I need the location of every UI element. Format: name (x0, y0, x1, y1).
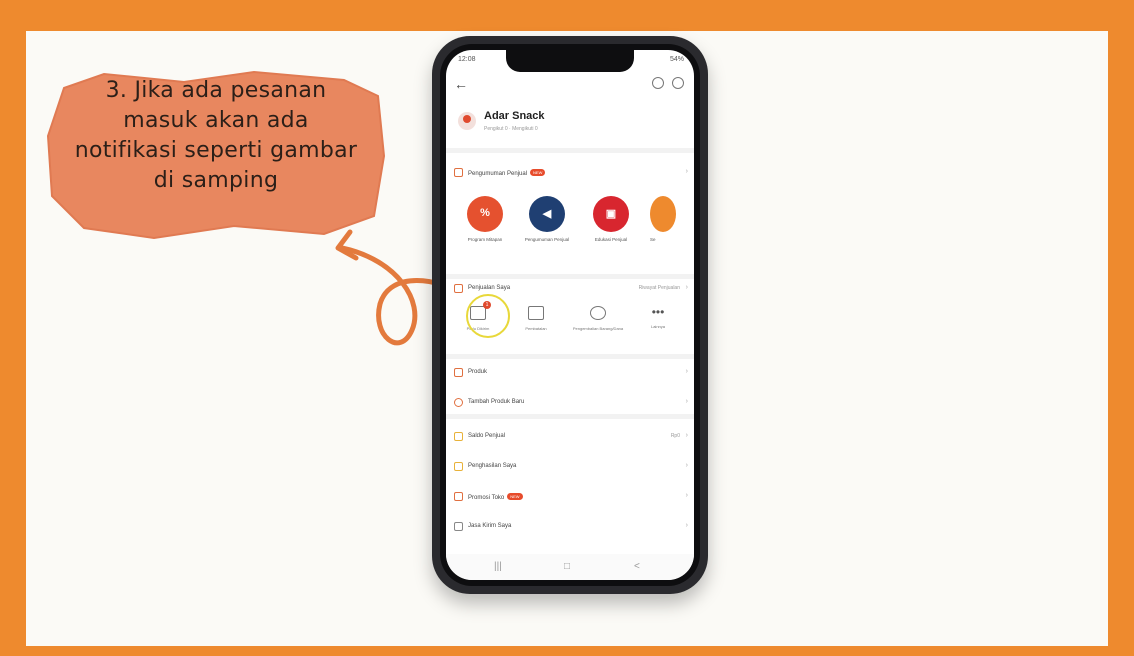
pengumuman-penjual-tile[interactable]: ◀ Pengumuman Penjual (522, 196, 572, 243)
partial-tile-icon (650, 196, 676, 232)
chevron-right-icon: › (685, 522, 688, 529)
chevron-right-icon: › (685, 432, 688, 439)
laptop-icon: ▣ (593, 196, 629, 232)
menu-penghasilan[interactable]: Penghasilan Saya › (454, 460, 688, 476)
action-label: Pembatalan (525, 326, 547, 331)
top-nav: ← (454, 76, 686, 94)
balance-value: Rp0 (670, 433, 680, 439)
clipboard-icon (454, 284, 463, 293)
divider (446, 274, 694, 279)
chevron-right-icon: › (685, 398, 688, 405)
callout-line-2: masuk akan ada (123, 108, 309, 133)
refund-icon (590, 306, 606, 320)
menu-saldo-penjual[interactable]: Saldo Penjual Rp0 › (454, 430, 688, 446)
partial-tile[interactable]: Se (650, 196, 680, 243)
action-label: Pengembalian Barang/Dana (572, 326, 624, 331)
sales-history-link[interactable]: Riwayat Penjualan (639, 285, 680, 291)
chat-icon[interactable] (672, 77, 684, 89)
tile-label: Se (650, 237, 656, 242)
shop-followers: Pengikut 0 · Mengikuti 0 (484, 126, 538, 132)
announcement-icon (454, 168, 463, 177)
callout-line-4: di samping (153, 168, 279, 193)
plus-circle-icon (454, 398, 463, 407)
chevron-right-icon: › (685, 368, 688, 375)
shop-header[interactable]: Adar Snack Pengikut 0 · Mengikuti 0 (456, 108, 684, 142)
divider (446, 354, 694, 359)
more-dots-icon: ••• (651, 305, 665, 319)
income-icon (454, 462, 463, 471)
menu-produk[interactable]: Produk › (454, 366, 688, 382)
feature-carousel: % Program Mitapan ◀ Pengumuman Penjual ▣… (450, 196, 694, 266)
chevron-right-icon: › (685, 492, 688, 499)
menu-promosi-toko[interactable]: Promosi Toko NEW › (454, 490, 688, 506)
new-badge: NEW (507, 493, 523, 500)
wallet-icon (454, 432, 463, 441)
action-label: Lainnya (650, 324, 665, 329)
divider (446, 148, 694, 153)
callout-line-1: 3. Jika ada pesanan (105, 78, 327, 103)
menu-tambah-produk[interactable]: Tambah Produk Baru › (454, 396, 688, 412)
android-nav-bar: ||| □ < (446, 554, 694, 580)
lainnya-button[interactable]: ••• Lainnya (630, 306, 686, 330)
shop-name: Adar Snack (484, 110, 545, 122)
menu-jasa-kirim[interactable]: Jasa Kirim Saya › (454, 520, 688, 536)
cancel-order-icon (528, 306, 544, 320)
phone-notch (506, 50, 634, 72)
status-battery: 54% (669, 56, 684, 63)
divider (446, 414, 694, 419)
discount-icon: % (467, 196, 503, 232)
pembatalan-button[interactable]: Pembatalan (508, 306, 564, 332)
home-button[interactable]: □ (564, 561, 570, 572)
edukasi-penjual-tile[interactable]: ▣ Edukasi Penjual (586, 196, 636, 243)
program-mitapan-tile[interactable]: % Program Mitapan (460, 196, 510, 243)
status-time: 12:08 (458, 56, 476, 63)
tile-label: Edukasi Penjual (594, 237, 628, 242)
megaphone-icon: ◀ (529, 196, 565, 232)
callout-line-3: notifikasi seperti gambar (74, 138, 358, 163)
box-icon (454, 368, 463, 377)
announcement-row[interactable]: Pengumuman Penjual NEW › (454, 166, 688, 182)
instruction-callout: 3. Jika ada pesanan masuk akan ada notif… (44, 66, 388, 242)
shop-avatar (458, 112, 476, 130)
chevron-right-icon: › (685, 168, 688, 175)
tile-label: Pengumuman Penjual (524, 237, 570, 242)
recent-apps-button[interactable]: ||| (494, 561, 502, 572)
back-button[interactable]: < (634, 561, 640, 572)
pengembalian-button[interactable]: Pengembalian Barang/Dana (570, 306, 626, 332)
chevron-right-icon: › (685, 462, 688, 469)
tile-label: Program Mitapan (467, 237, 503, 242)
announcement-label: Pengumuman Penjual NEW (468, 169, 546, 177)
gear-icon[interactable] (652, 77, 664, 89)
highlight-circle (466, 294, 510, 338)
back-arrow-icon[interactable]: ← (454, 76, 468, 92)
new-badge: NEW (530, 169, 546, 176)
sales-label: Penjualan Saya (468, 285, 511, 291)
truck-icon (454, 522, 463, 531)
shop-promo-icon (454, 492, 463, 501)
callout-text: 3. Jika ada pesanan masuk akan ada notif… (54, 76, 378, 196)
chevron-right-icon: › (685, 284, 688, 291)
